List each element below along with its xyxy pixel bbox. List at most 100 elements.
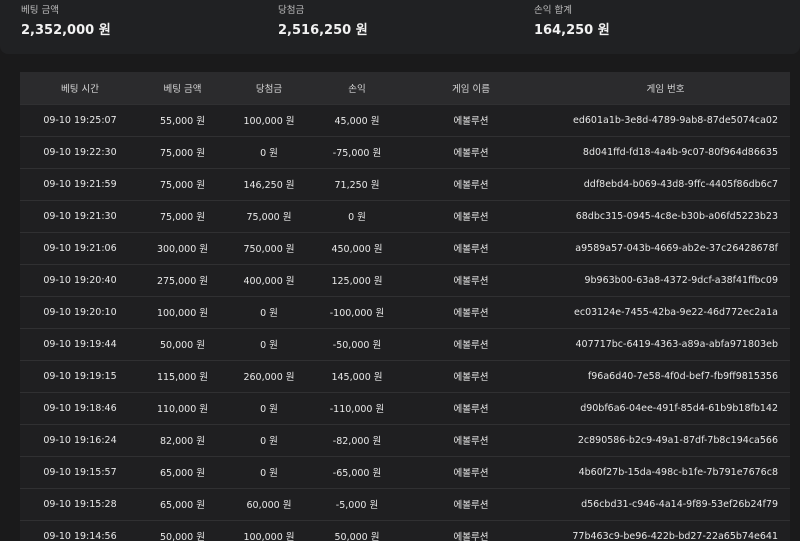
table-row[interactable]: 09-10 19:25:07 55,000 원 100,000 원 45,000 원 에…	[20, 104, 790, 136]
cell-game-id: 4b60f27b-15da-498c-b1fe-7b791e7676c8	[578, 466, 778, 478]
table-row[interactable]: 09-10 19:22:30 75,000 원 0 원 -75,000 원 에볼루션 8d…	[20, 136, 790, 168]
table-row[interactable]: 09-10 19:18:46 110,000 원 0 원 -110,000 원 에볼루션…	[20, 392, 790, 424]
cell-bet-time: 09-10 19:25:07	[43, 114, 117, 126]
table-row[interactable]: 09-10 19:21:30 75,000 원 75,000 원 0 원 에볼루션 68d…	[20, 200, 790, 232]
table-row[interactable]: 09-10 19:15:28 65,000 원 60,000 원 -5,000 원 에볼…	[20, 488, 790, 520]
cell-game-name: 에볼루션	[453, 148, 489, 159]
header-bet-time: 베팅 시간	[61, 83, 99, 95]
bet-history-table: 베팅 시간 베팅 금액 당첨금 손익 게임 이름 게임 번호 09-10 19:…	[20, 72, 790, 541]
table-row[interactable]: 09-10 19:14:56 50,000 원 100,000 원 50,000 원 에…	[20, 520, 790, 541]
cell-winnings: 0 원	[260, 308, 278, 319]
cell-game-name: 에볼루션	[453, 276, 489, 287]
cell-bet-time: 09-10 19:22:30	[43, 146, 117, 158]
cell-bet-time: 09-10 19:21:59	[43, 178, 117, 190]
cell-profit: 0 원	[348, 212, 366, 223]
cell-game-id: 68dbc315-0945-4c8e-b30b-a06fd5223b23	[575, 210, 778, 222]
summary-panel: 베팅 금액 2,352,000 원 당첨금 2,516,250 원 손익 합계 …	[0, 0, 800, 54]
cell-game-name: 에볼루션	[453, 116, 489, 127]
cell-game-id: a9589a57-043b-4669-ab2e-37c26428678f	[575, 242, 778, 254]
summary-value: 2,516,250 원	[278, 23, 368, 38]
cell-bet-amount: 65,000 원	[159, 468, 205, 479]
cell-winnings: 100,000 원	[243, 532, 295, 541]
cell-profit: 71,250 원	[334, 180, 380, 191]
table-header-row: 베팅 시간 베팅 금액 당첨금 손익 게임 이름 게임 번호	[20, 72, 790, 104]
cell-bet-amount: 100,000 원	[156, 308, 209, 319]
cell-game-name: 에볼루션	[453, 468, 489, 479]
table-row[interactable]: 09-10 19:20:40 275,000 원 400,000 원 125,000 …	[20, 264, 790, 296]
cell-bet-amount: 75,000 원	[159, 180, 205, 191]
cell-profit: -100,000 원	[329, 308, 385, 319]
cell-game-name: 에볼루션	[453, 500, 489, 511]
table-row[interactable]: 09-10 19:15:57 65,000 원 0 원 -65,000 원 에볼루션 4b…	[20, 456, 790, 488]
summary-bet-amount: 베팅 금액 2,352,000 원	[21, 4, 111, 39]
cell-profit: 145,000 원	[331, 372, 383, 383]
cell-winnings: 0 원	[260, 404, 278, 415]
header-game-id: 게임 번호	[646, 83, 685, 95]
cell-profit: -75,000 원	[332, 148, 382, 159]
cell-profit: 450,000 원	[331, 244, 383, 255]
cell-game-name: 에볼루션	[453, 180, 489, 191]
table-row[interactable]: 09-10 19:16:24 82,000 원 0 원 -82,000 원 에볼루션 2c…	[20, 424, 790, 456]
cell-game-id: 2c890586-b2c9-49a1-87df-7b8c194ca566	[577, 434, 778, 446]
cell-game-name: 에볼루션	[453, 340, 489, 351]
cell-game-id: ec03124e-7455-42ba-9e22-46d772ec2a1a	[574, 306, 778, 318]
cell-game-id: ddf8ebd4-b069-43d8-9ffc-4405f86db6c7	[583, 178, 778, 190]
cell-profit: -50,000 원	[332, 340, 382, 351]
bet-history-table-container[interactable]: 베팅 시간 베팅 금액 당첨금 손익 게임 이름 게임 번호 09-10 19:…	[20, 72, 790, 541]
summary-value: 2,352,000 원	[21, 23, 111, 38]
cell-game-name: 에볼루션	[453, 244, 489, 255]
cell-game-id: ed601a1b-3e8d-4789-9ab8-87de5074ca02	[573, 114, 778, 126]
cell-game-name: 에볼루션	[453, 372, 489, 383]
summary-label: 베팅 금액	[21, 5, 59, 16]
table-row[interactable]: 09-10 19:20:10 100,000 원 0 원 -100,000 원 에볼루션…	[20, 296, 790, 328]
cell-bet-time: 09-10 19:16:24	[43, 434, 117, 446]
cell-winnings: 60,000 원	[246, 500, 292, 511]
cell-bet-time: 09-10 19:20:40	[43, 274, 117, 286]
cell-game-name: 에볼루션	[453, 308, 489, 319]
cell-game-name: 에볼루션	[453, 532, 489, 541]
cell-bet-time: 09-10 19:15:57	[43, 466, 117, 478]
cell-winnings: 75,000 원	[246, 212, 292, 223]
cell-winnings: 100,000 원	[243, 116, 295, 127]
header-bet-amount: 베팅 금액	[163, 83, 202, 95]
cell-game-id: 77b463c9-be96-422b-bd27-22a65b74e641	[572, 530, 778, 541]
cell-winnings: 0 원	[260, 148, 278, 159]
cell-bet-amount: 55,000 원	[159, 116, 205, 127]
cell-bet-time: 09-10 19:21:30	[43, 210, 117, 222]
cell-bet-amount: 300,000 원	[156, 244, 209, 255]
cell-winnings: 146,250 원	[243, 180, 295, 191]
summary-profit-total: 손익 합계 164,250 원	[534, 4, 610, 39]
cell-bet-time: 09-10 19:19:44	[43, 338, 117, 350]
header-profit: 손익	[348, 83, 366, 95]
cell-profit: -82,000 원	[332, 436, 382, 447]
cell-winnings: 750,000 원	[243, 244, 295, 255]
cell-winnings: 0 원	[260, 468, 278, 479]
cell-game-id: d56cbd31-c946-4a14-9f89-53ef26b24f79	[581, 498, 778, 510]
cell-game-name: 에볼루션	[453, 436, 489, 447]
cell-bet-time: 09-10 19:19:15	[43, 370, 117, 382]
cell-winnings: 0 원	[260, 436, 278, 447]
cell-profit: 45,000 원	[334, 116, 380, 127]
cell-game-id: 9b963b00-63a8-4372-9dcf-a38f41ffbc09	[584, 274, 778, 286]
table-row[interactable]: 09-10 19:19:15 115,000 원 260,000 원 145,000 …	[20, 360, 790, 392]
cell-game-id: 8d041ffd-fd18-4a4b-9c07-80f964d86635	[582, 146, 778, 158]
cell-game-name: 에볼루션	[453, 212, 489, 223]
cell-game-id: 407717bc-6419-4363-a89a-abfa971803eb	[575, 338, 778, 350]
cell-profit: 125,000 원	[331, 276, 383, 287]
cell-bet-time: 09-10 19:14:56	[43, 530, 117, 541]
cell-bet-amount: 75,000 원	[159, 148, 205, 159]
cell-bet-amount: 50,000 원	[159, 532, 205, 541]
summary-label: 당첨금	[278, 5, 305, 16]
cell-profit: 50,000 원	[334, 532, 380, 541]
cell-bet-time: 09-10 19:18:46	[43, 402, 117, 414]
cell-game-id: f96a6d40-7e58-4f0d-bef7-fb9ff9815356	[587, 370, 778, 382]
table-row[interactable]: 09-10 19:21:59 75,000 원 146,250 원 71,250 원 에…	[20, 168, 790, 200]
table-row[interactable]: 09-10 19:19:44 50,000 원 0 원 -50,000 원 에볼루션 40…	[20, 328, 790, 360]
cell-profit: -65,000 원	[332, 468, 382, 479]
cell-game-id: d90bf6a6-04ee-491f-85d4-61b9b18fb142	[580, 402, 778, 414]
cell-winnings: 400,000 원	[243, 276, 295, 287]
cell-bet-amount: 50,000 원	[159, 340, 205, 351]
cell-bet-time: 09-10 19:20:10	[43, 306, 117, 318]
table-row[interactable]: 09-10 19:21:06 300,000 원 750,000 원 450,000 …	[20, 232, 790, 264]
summary-value: 164,250 원	[534, 23, 610, 38]
